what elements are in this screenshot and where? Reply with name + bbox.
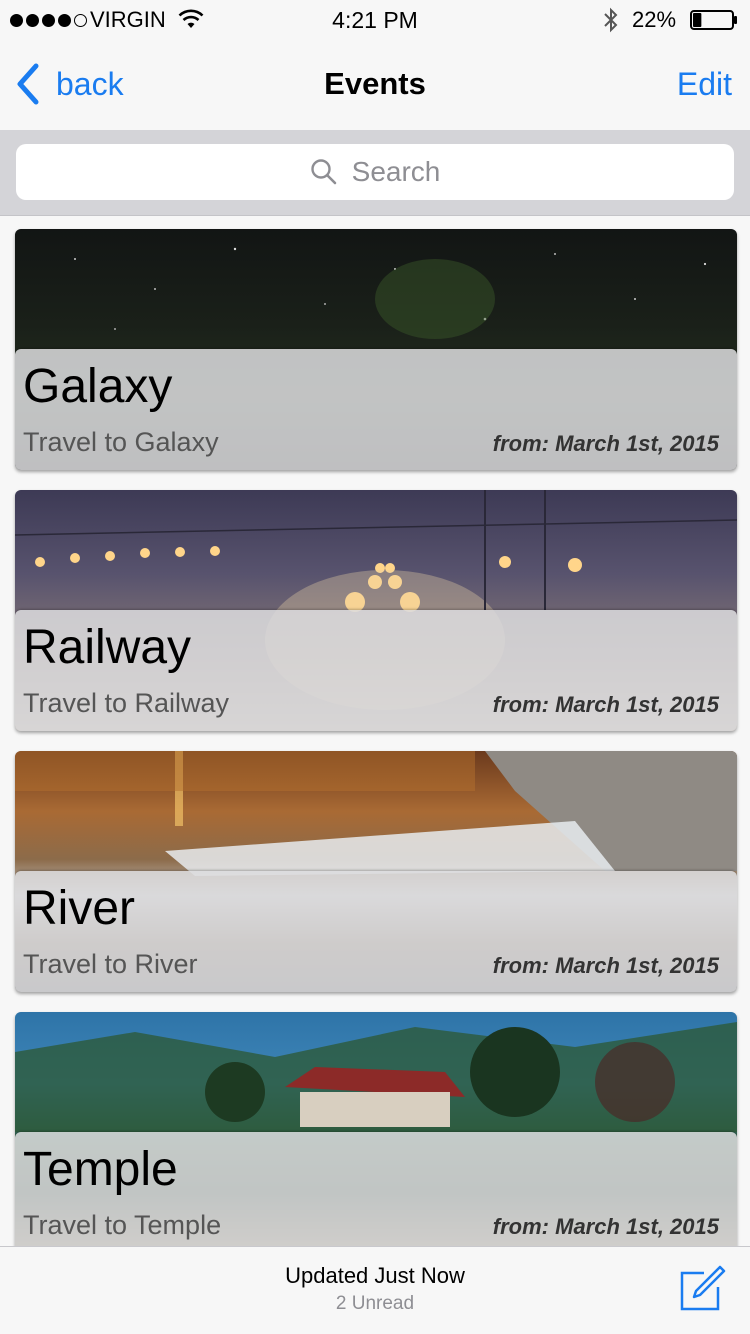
- bluetooth-icon: [604, 7, 618, 33]
- event-card-temple[interactable]: Temple Travel to Temple from: March 1st,…: [15, 1012, 737, 1246]
- event-date: from: March 1st, 2015: [492, 953, 719, 978]
- event-list: Galaxy Travel to Galaxy from: March 1st,…: [0, 216, 750, 1246]
- event-title: Galaxy: [23, 360, 173, 413]
- event-info-panel: Railway Travel to Railway from: March 1s…: [15, 610, 737, 731]
- event-title: Temple: [23, 1143, 178, 1196]
- event-date: from: March 1st, 2015: [492, 692, 719, 717]
- event-subtitle: Travel to Galaxy: [23, 427, 219, 457]
- battery-icon: [690, 10, 737, 30]
- unread-count: 2 Unread: [335, 1293, 415, 1314]
- event-card-galaxy[interactable]: Galaxy Travel to Galaxy from: March 1st,…: [15, 229, 737, 470]
- event-date: from: March 1st, 2015: [492, 1214, 719, 1239]
- event-subtitle: Travel to Temple: [23, 1210, 222, 1240]
- search-bar: Search: [0, 130, 750, 216]
- event-date: from: March 1st, 2015: [492, 431, 719, 456]
- compose-icon[interactable]: [678, 1265, 726, 1313]
- search-icon: [310, 159, 336, 185]
- event-info-panel: Galaxy Travel to Galaxy from: March 1st,…: [15, 349, 737, 470]
- event-subtitle: Travel to River: [23, 949, 198, 979]
- search-input[interactable]: Search: [16, 144, 734, 200]
- bottom-toolbar: Updated Just Now 2 Unread: [0, 1246, 750, 1334]
- edit-button[interactable]: Edit: [677, 66, 732, 103]
- event-title: Railway: [23, 621, 192, 674]
- event-info-panel: Temple Travel to Temple from: March 1st,…: [15, 1132, 737, 1246]
- navigation-bar: back Events Edit: [0, 40, 750, 130]
- battery-percent: 22%: [632, 7, 677, 32]
- event-card-railway[interactable]: Railway Travel to Railway from: March 1s…: [15, 490, 737, 731]
- event-title: River: [23, 882, 136, 935]
- search-placeholder: Search: [351, 156, 441, 187]
- status-bar: VIRGIN 4:21 PM 22%: [0, 0, 750, 40]
- page-title: Events: [324, 66, 426, 101]
- event-info-panel: River Travel to River from: March 1st, 2…: [15, 871, 737, 992]
- event-card-river[interactable]: River Travel to River from: March 1st, 2…: [15, 751, 737, 992]
- update-status: Updated Just Now: [285, 1263, 465, 1288]
- event-subtitle: Travel to Railway: [23, 688, 230, 718]
